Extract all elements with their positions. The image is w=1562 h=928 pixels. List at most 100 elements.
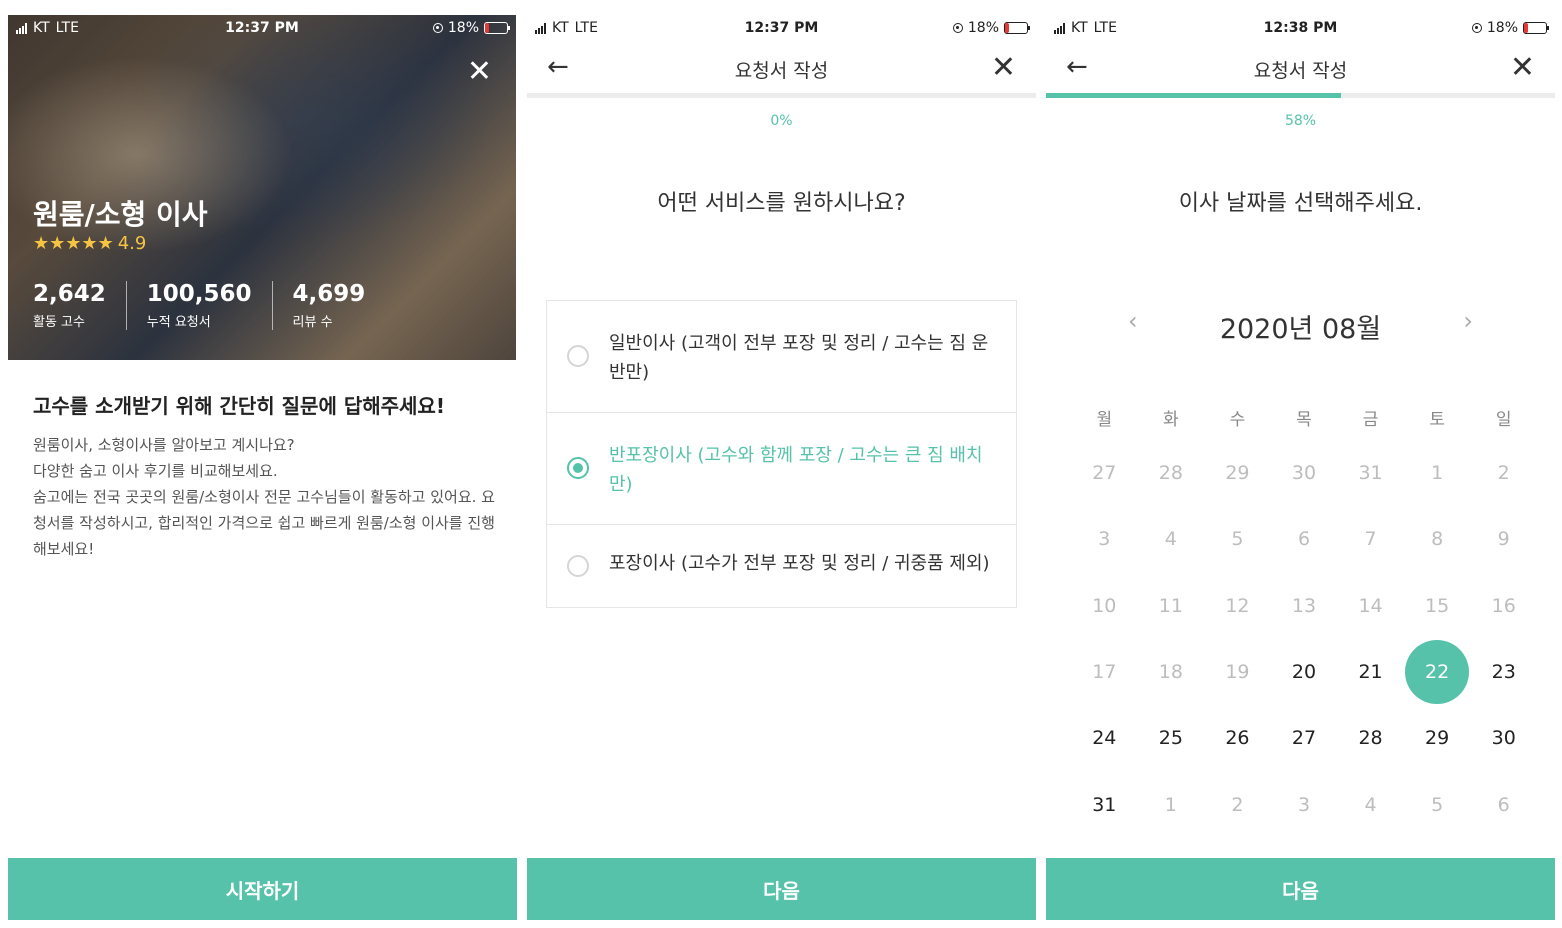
calendar-day: 14	[1337, 573, 1404, 639]
progress-percent: 0%	[770, 113, 793, 129]
progress-bar	[527, 93, 1036, 98]
option-half-packing-move[interactable]: 반포장이사 (고수와 함께 포장 / 고수는 큰 짐 배치만)	[547, 413, 1016, 525]
start-button[interactable]: 시작하기	[8, 858, 517, 920]
calendar-day: 6	[1470, 771, 1537, 837]
option-full-packing-move[interactable]: 포장이사 (고수가 전부 포장 및 정리 / 귀중품 제외)	[547, 525, 1016, 607]
question-title: 어떤 서비스를 원하시나요?	[657, 191, 906, 216]
calendar-day: 16	[1470, 573, 1537, 639]
calendar-day[interactable]: 21	[1337, 639, 1404, 705]
day-number: 4	[1364, 793, 1377, 816]
radio-button-selected[interactable]	[567, 457, 589, 479]
close-icon[interactable]: ✕	[1510, 50, 1535, 85]
service-options: 일반이사 (고객이 전부 포장 및 정리 / 고수는 짐 운반만) 반포장이사 …	[546, 300, 1017, 608]
day-number: 31	[1358, 462, 1383, 485]
day-number: 24	[1092, 727, 1117, 750]
weekday-label: 목	[1296, 410, 1312, 430]
calendar-day[interactable]: 27	[1271, 705, 1338, 771]
day-number: 18	[1158, 661, 1183, 684]
day-number: 28	[1158, 462, 1183, 485]
option-general-move[interactable]: 일반이사 (고객이 전부 포장 및 정리 / 고수는 짐 운반만)	[547, 301, 1016, 413]
next-button[interactable]: 다음	[1046, 858, 1555, 920]
calendar-day[interactable]: 31	[1071, 771, 1138, 837]
chevron-right-icon[interactable]: ›	[1463, 307, 1473, 335]
calendar-day: 6	[1271, 506, 1338, 572]
rotation-lock-icon	[432, 23, 443, 33]
weekday-label: 화	[1163, 410, 1179, 430]
day-number: 4	[1164, 528, 1177, 551]
calendar-day: 1	[1404, 440, 1471, 506]
progress-fill	[1046, 93, 1342, 98]
category-title: 원룸/소형 이사	[33, 198, 208, 231]
day-number: 26	[1225, 727, 1250, 750]
battery-percent: 18%	[967, 20, 999, 36]
stats-row: 2,642 활동 고수 100,560 누적 요청서 4,699 리뷰 수	[33, 281, 405, 330]
calendar-day[interactable]: 25	[1138, 705, 1205, 771]
intro-description: 원룸이사, 소형이사를 알아보고 계시나요? 다양한 숨고 이사 후기를 비교해…	[33, 432, 498, 562]
day-number: 3	[1098, 528, 1111, 551]
calendar-header: ‹ 2020년 08월 ›	[1046, 305, 1555, 345]
day-number: 9	[1497, 528, 1510, 551]
day-number: 5	[1231, 528, 1244, 551]
day-number: 16	[1491, 594, 1516, 617]
day-number: 27	[1092, 462, 1117, 485]
intro-line: 원룸이사, 소형이사를 알아보고 계시나요?	[33, 436, 295, 454]
rating-value: 4.9	[117, 233, 147, 254]
stat-label: 리뷰 수	[292, 315, 333, 330]
calendar-day: 10	[1071, 573, 1138, 639]
day-number: 3	[1297, 793, 1311, 816]
radio-button[interactable]	[567, 555, 589, 577]
calendar-day: 2	[1204, 771, 1271, 837]
day-number: 31	[1092, 793, 1117, 816]
day-number: 30	[1491, 727, 1516, 750]
calendar-day[interactable]: 29	[1404, 705, 1471, 771]
day-number: 17	[1092, 661, 1117, 684]
rating-row: ★★★★★ 4.9	[33, 233, 146, 254]
calendar-day: 5	[1404, 771, 1471, 837]
star-icon: ★★★★★	[33, 233, 114, 254]
service-question-screen: KT LTE 12:37 PM 18% ← 요청서 작성 ✕ 0% 어떤 서비스…	[527, 0, 1036, 928]
intro-screen: KT LTE 12:37 PM 18% ✕ 원룸/소형 이사 ★★★★★ 4.9…	[8, 0, 517, 928]
stat-pros: 2,642 활동 고수	[33, 281, 127, 330]
day-number: 29	[1425, 727, 1450, 750]
day-number: 29	[1225, 462, 1250, 485]
day-number: 21	[1358, 661, 1383, 684]
intro-line: 다양한 숨고 이사 후기를 비교해보세요.	[33, 462, 278, 480]
calendar-day: 27	[1071, 440, 1138, 506]
calendar-day[interactable]: 28	[1337, 705, 1404, 771]
calendar-day: 28	[1138, 440, 1205, 506]
nav-title: 요청서 작성	[734, 60, 829, 82]
status-bar: KT LTE 12:37 PM 18%	[8, 15, 516, 41]
calendar-day: 2	[1470, 440, 1537, 506]
day-number: 2	[1497, 462, 1510, 485]
calendar-day: 3	[1271, 771, 1338, 837]
calendar-day[interactable]: 23	[1470, 639, 1537, 705]
status-bar: KT LTE 12:38 PM 18%	[1046, 15, 1555, 41]
day-number: 5	[1431, 793, 1444, 816]
calendar-day: 19	[1204, 639, 1271, 705]
next-button[interactable]: 다음	[527, 858, 1036, 920]
stat-reviews: 4,699 리뷰 수	[293, 281, 386, 330]
stat-label: 누적 요청서	[146, 315, 211, 330]
close-icon[interactable]: ✕	[467, 57, 492, 87]
day-number: 2	[1231, 793, 1244, 816]
stat-value: 100,560	[146, 281, 252, 307]
weekday-label: 월	[1096, 410, 1113, 430]
radio-button[interactable]	[567, 345, 589, 367]
option-label: 일반이사 (고객이 전부 포장 및 정리 / 고수는 짐 운반만)	[609, 333, 989, 383]
day-number: 19	[1225, 661, 1250, 684]
day-number: 23	[1491, 661, 1516, 684]
calendar-day: 17	[1071, 639, 1138, 705]
day-number: 6	[1297, 528, 1311, 551]
hero-banner: KT LTE 12:37 PM 18% ✕ 원룸/소형 이사 ★★★★★ 4.9…	[8, 15, 516, 360]
calendar-day[interactable]: 20	[1271, 639, 1338, 705]
day-number: 22	[1405, 640, 1470, 705]
day-number: 15	[1425, 594, 1450, 617]
weekday-label: 토	[1429, 410, 1445, 430]
close-icon[interactable]: ✕	[991, 50, 1016, 85]
calendar-day-selected[interactable]: 22	[1404, 639, 1471, 705]
intro-line: 숨고에는 전국 곳곳의 원룸/소형이사 전문 고수님들이 활동하고 있어요. 요…	[33, 488, 495, 558]
calendar-day[interactable]: 24	[1071, 705, 1138, 771]
calendar-day[interactable]: 26	[1204, 705, 1271, 771]
calendar-day[interactable]: 30	[1470, 705, 1537, 771]
progress-percent: 58%	[1284, 113, 1317, 129]
